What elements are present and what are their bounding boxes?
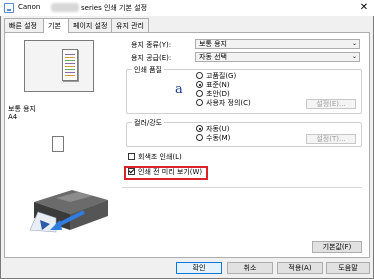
- color-set-button[interactable]: 설정(T)...: [306, 134, 356, 144]
- window-title-prefix: Canon: [18, 3, 41, 11]
- tab-maintenance[interactable]: 유지 관리: [111, 18, 149, 32]
- tab-main[interactable]: 기본: [43, 18, 69, 33]
- grayscale-checkbox[interactable]: 회색조 인쇄(L): [128, 153, 182, 162]
- paper-source-dropdown[interactable]: 자동 선택 ⌄: [195, 52, 360, 62]
- close-icon[interactable]: ✕: [356, 1, 372, 15]
- printer-illustration-icon: [29, 190, 108, 233]
- chevron-down-icon: ⌄: [351, 40, 357, 47]
- media-type-label: 용지 종류(Y):: [131, 41, 172, 49]
- redacted-model-name: [51, 3, 79, 12]
- chevron-down-icon: ⌄: [351, 53, 357, 60]
- paper-source-label: 용지 공급(E):: [131, 54, 172, 62]
- quality-standard-radio[interactable]: 표준(N): [196, 81, 230, 90]
- tab-page-setup[interactable]: 페이지 설정: [68, 18, 112, 32]
- radio-icon: [196, 99, 203, 106]
- checkbox-icon: [128, 153, 135, 160]
- tab-quick-setup[interactable]: 빠른 설정: [4, 18, 44, 32]
- quality-standard-label: 표준(N): [206, 81, 230, 89]
- preview-before-print-label: 인쇄 전 미리 보기(W): [138, 168, 203, 176]
- paper-preview-icon: [62, 49, 78, 81]
- paper-orientation-icon: [52, 136, 64, 152]
- cancel-button[interactable]: 취소: [227, 262, 273, 274]
- print-quality-icon: a: [174, 82, 187, 97]
- help-button[interactable]: 도움말: [326, 262, 370, 274]
- divider: [122, 187, 362, 188]
- paper-source-value: 자동 선택: [199, 53, 227, 61]
- quality-custom-radio[interactable]: 사용자 정의(C): [196, 99, 251, 108]
- color-auto-label: 자동(U): [206, 125, 230, 133]
- quality-set-button[interactable]: 설정(E)...: [306, 99, 356, 109]
- quality-custom-label: 사용자 정의(C): [206, 99, 251, 107]
- printer-app-icon: [4, 3, 14, 13]
- color-manual-radio[interactable]: 수동(M): [196, 134, 230, 143]
- quality-high-radio[interactable]: 고품질(G): [196, 72, 236, 81]
- ok-button[interactable]: 확인: [176, 262, 222, 274]
- checkbox-checked-icon: [128, 168, 135, 175]
- quality-high-label: 고품질(G): [206, 72, 237, 80]
- radio-selected-icon: [196, 125, 203, 132]
- grayscale-label: 회색조 인쇄(L): [138, 153, 182, 161]
- preview-size-label: A4: [8, 113, 18, 121]
- apply-button[interactable]: 적용(A): [277, 262, 323, 274]
- color-manual-label: 수동(M): [206, 134, 231, 142]
- radio-icon: [196, 134, 203, 141]
- quality-draft-label: 초안(D): [206, 90, 230, 98]
- media-type-value: 보통 용지: [199, 40, 227, 48]
- window-title-suffix: series 인쇄 기본 설정: [81, 4, 148, 12]
- print-quality-title: 인쇄 품질: [132, 65, 164, 75]
- radio-icon: [196, 90, 203, 97]
- media-type-dropdown[interactable]: 보통 용지 ⌄: [195, 39, 360, 49]
- color-auto-radio[interactable]: 자동(U): [196, 125, 229, 134]
- radio-icon: [196, 72, 203, 79]
- preview-before-print-checkbox[interactable]: 인쇄 전 미리 보기(W): [128, 168, 202, 177]
- defaults-button[interactable]: 기본값(F): [312, 241, 362, 253]
- quality-draft-radio[interactable]: 초안(D): [196, 90, 230, 99]
- color-intensity-title: 컬러/강도: [132, 118, 165, 128]
- settings-preview-box: [24, 40, 94, 92]
- radio-selected-icon: [196, 81, 203, 88]
